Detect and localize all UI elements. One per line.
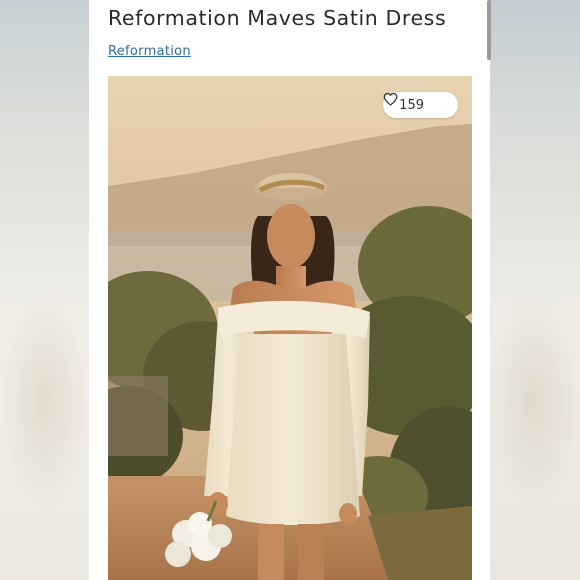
blurred-background-right — [488, 0, 580, 580]
listing-panel: Reformation Maves Satin Dress Reformatio… — [89, 0, 490, 580]
like-count: 159 — [399, 97, 424, 113]
product-photo[interactable]: 159 — [108, 76, 472, 580]
heart-outline-icon — [383, 92, 445, 112]
like-button[interactable]: 159 — [383, 92, 458, 118]
blurred-background-left — [0, 0, 90, 580]
product-photo-illustration — [108, 76, 472, 580]
scrollbar[interactable] — [487, 0, 491, 60]
listing-title: Reformation Maves Satin Dress — [108, 6, 447, 30]
brand-link[interactable]: Reformation — [108, 44, 191, 59]
